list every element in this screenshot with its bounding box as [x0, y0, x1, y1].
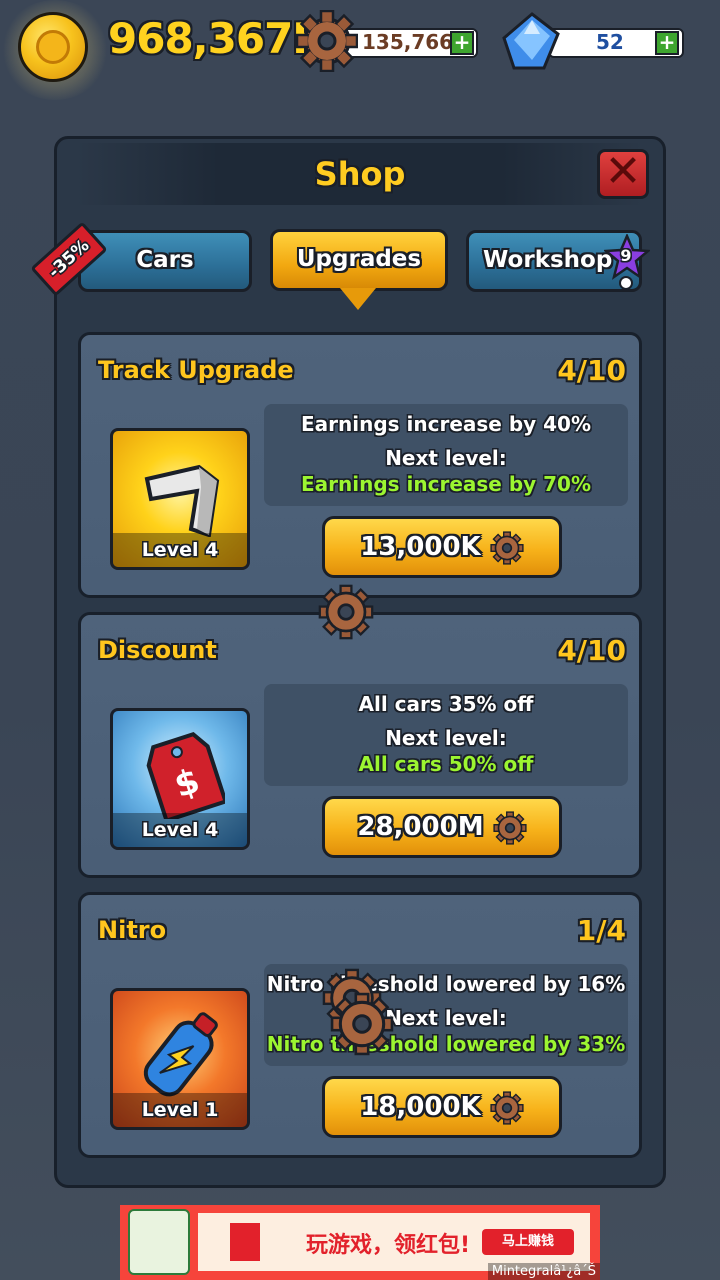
close-icon: ✕ — [604, 146, 642, 197]
level-label: Level 1 — [113, 1093, 247, 1127]
gem-icon — [502, 12, 560, 70]
track-icon-box: Level 4 — [110, 428, 250, 570]
price-label: 28,000M — [357, 812, 484, 842]
level-label: Level 4 — [113, 533, 247, 567]
ad-banner[interactable]: 玩游戏，领红包! 马上赚钱 Mintegralâ¹¿â´Š — [120, 1205, 600, 1280]
current-effect: Nitro threshold lowered by 16% — [266, 972, 626, 996]
nitro-bottle-icon — [143, 1012, 218, 1097]
price-label: 13,000K — [360, 532, 481, 562]
ad-attribution: Mintegralâ¹¿â´Š — [487, 1263, 600, 1280]
current-effect: Earnings increase by 40% — [300, 412, 592, 436]
gear-icon — [490, 530, 524, 565]
effect-box: Earnings increase by 40% Next level: Ear… — [264, 404, 628, 506]
upgrade-name: Nitro — [98, 916, 167, 944]
close-button[interactable]: ✕ — [597, 149, 649, 199]
effect-box: All cars 35% off Next level: All cars 50… — [264, 684, 628, 786]
nitro-icon-box: Level 1 — [110, 988, 250, 1130]
tab-upgrades-label: Upgrades — [296, 246, 422, 272]
level-label: Level 4 — [113, 813, 247, 847]
price-label: 18,000K — [360, 1092, 481, 1122]
buy-button[interactable]: 28,000M — [322, 796, 562, 858]
next-level-label: Next level: — [385, 726, 507, 750]
coin-icon — [18, 12, 88, 82]
floating-gear-icon — [330, 992, 394, 1056]
tab-upgrades[interactable]: Upgrades — [270, 229, 448, 291]
gear-amount: 135,766 — [362, 30, 454, 54]
next-effect: All cars 50% off — [358, 752, 534, 776]
workshop-badge-count: 9 — [620, 246, 632, 265]
effect-box: Nitro threshold lowered by 16% Next leve… — [264, 964, 628, 1066]
tab-cars[interactable]: Cars — [78, 230, 252, 292]
add-gears-button[interactable]: + — [450, 31, 474, 55]
gem-amount: 52 — [596, 30, 624, 54]
gear-icon — [296, 10, 358, 72]
ad-game-icon — [128, 1209, 190, 1275]
tab-cars-label: Cars — [136, 247, 194, 273]
discount-icon-box: $ Level 4 — [110, 708, 250, 850]
sale-tag-icon: $ — [146, 731, 225, 819]
upgrade-progress: 4/10 — [557, 354, 626, 387]
ad-text: 玩游戏，领红包! — [306, 1233, 471, 1258]
buy-button[interactable]: 13,000K — [322, 516, 562, 578]
buy-button[interactable]: 18,000K — [322, 1076, 562, 1138]
floating-gear-icon — [318, 584, 374, 640]
ad-cta-button[interactable]: 马上赚钱 — [482, 1229, 574, 1255]
lock-icon — [619, 276, 633, 290]
next-effect: Nitro threshold lowered by 33% — [266, 1032, 626, 1056]
next-level-label: Next level: — [385, 446, 507, 470]
add-gems-button[interactable]: + — [655, 31, 679, 55]
track-icon — [144, 464, 220, 537]
upgrade-progress: 1/4 — [576, 914, 626, 947]
tab-workshop-label: Workshop — [483, 247, 613, 273]
current-effect: All cars 35% off — [358, 692, 534, 716]
next-level-label: Next level: — [385, 1006, 507, 1030]
upgrade-name: Discount — [98, 636, 217, 664]
coin-amount: 968,367K — [108, 14, 325, 63]
gear-icon — [490, 1090, 524, 1125]
upgrade-progress: 4/10 — [557, 634, 626, 667]
next-effect: Earnings increase by 70% — [300, 472, 592, 496]
gear-icon — [492, 810, 527, 845]
upgrade-name: Track Upgrade — [98, 356, 294, 384]
active-tab-arrow — [340, 288, 376, 310]
red-envelope-icon — [230, 1223, 260, 1261]
